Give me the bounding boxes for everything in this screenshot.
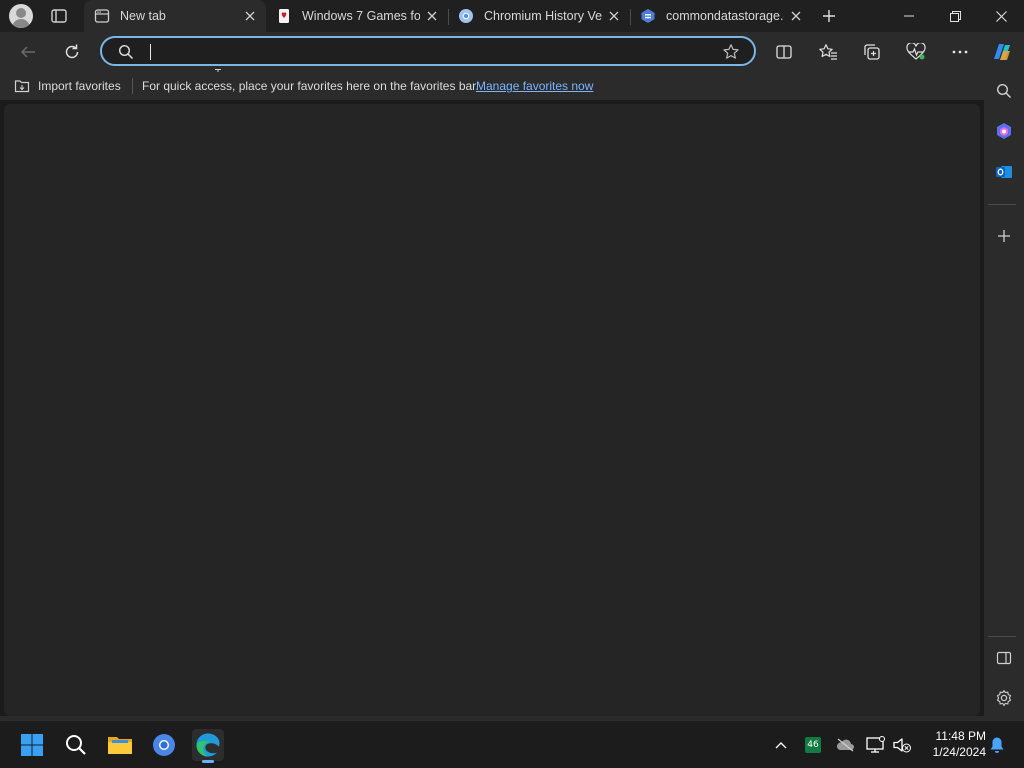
edge-icon[interactable] [192,729,224,763]
import-favorites-button[interactable]: Import favorites [38,79,121,93]
tray-app-badge-icon[interactable]: 46 [803,735,823,755]
refresh-button[interactable] [58,38,86,66]
network-icon[interactable] [866,735,886,755]
close-tab-icon[interactable] [420,4,444,28]
settings-and-more-button[interactable] [946,38,974,66]
onedrive-offline-icon[interactable] [835,735,855,755]
tab-chromium-history[interactable]: Chromium History Ver [448,0,630,32]
tab-title: commondatastorage.g [666,9,784,23]
favorites-bar-hint: For quick access, place your favorites h… [142,79,479,93]
copilot-sidebar-icon[interactable] [992,119,1016,143]
manage-favorites-link[interactable]: Manage favorites now [476,79,593,93]
screen: New tab Windows 7 Games for Chromium His… [0,0,1024,768]
chromium-icon [458,8,474,24]
sidebar-divider [988,636,1016,637]
copilot-icon[interactable] [988,38,1016,66]
new-tab-button[interactable] [817,4,841,28]
favorites-bar-divider [132,78,133,94]
address-bar[interactable] [100,36,756,66]
show-hidden-icons-chevron-up-icon[interactable] [771,735,791,755]
cloud-storage-icon [640,8,656,24]
tab-title: New tab [120,9,166,23]
tab-title: Chromium History Ver [484,9,602,23]
tab-windows7-games[interactable]: Windows 7 Games for [266,0,448,32]
newtab-icon [94,8,110,24]
sidebar-divider [988,204,1016,205]
chrome-icon[interactable] [148,729,180,761]
notifications-bell-icon[interactable] [987,735,1007,755]
sidebar-search-icon[interactable] [992,79,1016,103]
favorites-bar: Import favorites For quick access, place… [0,72,1024,100]
outlook-icon[interactable] [992,160,1016,184]
tab-title: Windows 7 Games for [302,9,420,23]
tab-actions-icon[interactable] [50,7,68,25]
taskbar: 46 11:48 PM 1/24/2024 [0,720,1024,768]
active-app-indicator [202,760,214,763]
browser-essentials-button[interactable] [902,38,930,66]
close-window-button[interactable] [978,0,1024,32]
edge-sidebar [984,72,1024,720]
volume-muted-icon[interactable] [892,735,912,755]
cards-icon [276,8,292,24]
customize-sidebar-gear-icon[interactable] [992,686,1016,710]
minimize-button[interactable] [886,0,932,32]
add-favorite-star-icon[interactable] [722,43,740,61]
search-icon [118,44,134,60]
page-content[interactable] [4,104,980,716]
close-tab-icon[interactable] [238,4,262,28]
address-input[interactable] [148,41,708,63]
text-caret [150,44,151,60]
clock-date: 1/24/2024 [932,745,986,759]
tray-badge-count: 46 [805,737,821,753]
back-button[interactable] [14,38,42,66]
clock-time: 11:48 PM [935,729,986,743]
file-explorer-icon[interactable] [104,729,136,761]
restore-button[interactable] [932,0,978,32]
favorites-button[interactable] [814,38,842,66]
system-clock[interactable]: 11:48 PM 1/24/2024 [920,728,986,760]
add-sidebar-app-icon[interactable] [992,224,1016,248]
close-tab-icon[interactable] [784,4,808,28]
tab-new-tab[interactable]: New tab [84,0,266,32]
tab-commondatastorage[interactable]: commondatastorage.g [630,0,812,32]
import-favorites-icon[interactable] [14,78,30,94]
collections-button[interactable] [858,38,886,66]
navigation-toolbar [0,32,1024,85]
profile-avatar-icon[interactable] [9,4,33,28]
tab-strip: New tab Windows 7 Games for Chromium His… [0,0,1024,32]
split-screen-button[interactable] [770,38,798,66]
search-icon[interactable] [60,729,92,761]
start-icon[interactable] [16,729,48,761]
hide-sidebar-icon[interactable] [992,646,1016,670]
close-tab-icon[interactable] [602,4,626,28]
